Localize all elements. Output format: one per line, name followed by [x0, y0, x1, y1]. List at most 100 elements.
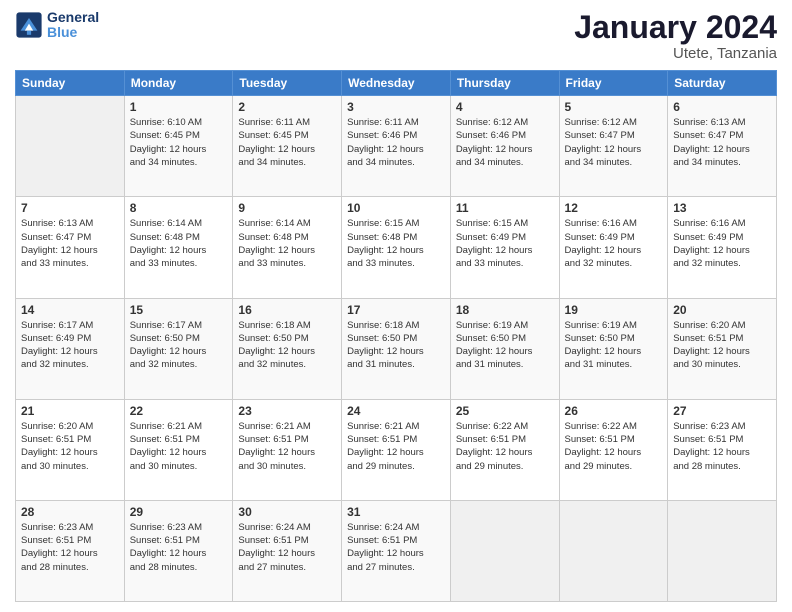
calendar-table: SundayMondayTuesdayWednesdayThursdayFrid… — [15, 70, 777, 602]
day-number: 27 — [673, 404, 771, 418]
location-subtitle: Utete, Tanzania — [574, 45, 777, 62]
day-number: 28 — [21, 505, 119, 519]
day-info: Sunrise: 6:14 AM Sunset: 6:48 PM Dayligh… — [238, 217, 336, 270]
day-info: Sunrise: 6:21 AM Sunset: 6:51 PM Dayligh… — [238, 420, 336, 473]
calendar-cell: 31 Sunrise: 6:24 AM Sunset: 6:51 PM Dayli… — [342, 500, 451, 601]
day-number: 1 — [130, 100, 228, 114]
day-info: Sunrise: 6:10 AM Sunset: 6:45 PM Dayligh… — [130, 116, 228, 169]
day-number: 5 — [565, 100, 663, 114]
day-number: 13 — [673, 201, 771, 215]
day-info: Sunrise: 6:20 AM Sunset: 6:51 PM Dayligh… — [21, 420, 119, 473]
calendar-cell: 16 Sunrise: 6:18 AM Sunset: 6:50 PM Dayli… — [233, 298, 342, 399]
calendar-cell: 28 Sunrise: 6:23 AM Sunset: 6:51 PM Dayli… — [16, 500, 125, 601]
header-row: SundayMondayTuesdayWednesdayThursdayFrid… — [16, 71, 777, 96]
day-number: 16 — [238, 303, 336, 317]
header-day-monday: Monday — [124, 71, 233, 96]
calendar-cell: 6 Sunrise: 6:13 AM Sunset: 6:47 PM Daylig… — [668, 96, 777, 197]
day-info: Sunrise: 6:12 AM Sunset: 6:46 PM Dayligh… — [456, 116, 554, 169]
week-row-4: 21Sunrise: 6:20 AM Sunset: 6:51 PM Dayli… — [16, 399, 777, 500]
day-info: Sunrise: 6:22 AM Sunset: 6:51 PM Dayligh… — [456, 420, 554, 473]
day-info: Sunrise: 6:17 AM Sunset: 6:49 PM Dayligh… — [21, 319, 119, 372]
day-number: 17 — [347, 303, 445, 317]
calendar-cell: 21Sunrise: 6:20 AM Sunset: 6:51 PM Dayli… — [16, 399, 125, 500]
day-number: 30 — [238, 505, 336, 519]
day-info: Sunrise: 6:24 AM Sunset: 6:51 PM Dayligh… — [347, 521, 445, 574]
day-number: 18 — [456, 303, 554, 317]
calendar-cell — [668, 500, 777, 601]
week-row-3: 14Sunrise: 6:17 AM Sunset: 6:49 PM Dayli… — [16, 298, 777, 399]
day-info: Sunrise: 6:15 AM Sunset: 6:48 PM Dayligh… — [347, 217, 445, 270]
calendar-cell: 11 Sunrise: 6:15 AM Sunset: 6:49 PM Dayli… — [450, 197, 559, 298]
header: General Blue January 2024 Utete, Tanzani… — [15, 10, 777, 62]
day-number: 8 — [130, 201, 228, 215]
week-row-1: 1 Sunrise: 6:10 AM Sunset: 6:45 PM Daylig… — [16, 96, 777, 197]
calendar-cell: 10Sunrise: 6:15 AM Sunset: 6:48 PM Dayli… — [342, 197, 451, 298]
day-number: 9 — [238, 201, 336, 215]
day-number: 26 — [565, 404, 663, 418]
month-title: January 2024 — [574, 10, 777, 45]
day-info: Sunrise: 6:23 AM Sunset: 6:51 PM Dayligh… — [673, 420, 771, 473]
calendar-cell — [559, 500, 668, 601]
day-number: 6 — [673, 100, 771, 114]
day-number: 29 — [130, 505, 228, 519]
calendar-cell: 27 Sunrise: 6:23 AM Sunset: 6:51 PM Dayli… — [668, 399, 777, 500]
header-day-thursday: Thursday — [450, 71, 559, 96]
day-number: 31 — [347, 505, 445, 519]
calendar-cell: 4Sunrise: 6:12 AM Sunset: 6:46 PM Daylig… — [450, 96, 559, 197]
calendar-cell: 5 Sunrise: 6:12 AM Sunset: 6:47 PM Daylig… — [559, 96, 668, 197]
calendar-cell: 14Sunrise: 6:17 AM Sunset: 6:49 PM Dayli… — [16, 298, 125, 399]
day-number: 2 — [238, 100, 336, 114]
calendar-cell: 15Sunrise: 6:17 AM Sunset: 6:50 PM Dayli… — [124, 298, 233, 399]
day-number: 24 — [347, 404, 445, 418]
day-number: 3 — [347, 100, 445, 114]
calendar-cell: 17 Sunrise: 6:18 AM Sunset: 6:50 PM Dayli… — [342, 298, 451, 399]
day-info: Sunrise: 6:13 AM Sunset: 6:47 PM Dayligh… — [673, 116, 771, 169]
header-day-saturday: Saturday — [668, 71, 777, 96]
day-info: Sunrise: 6:15 AM Sunset: 6:49 PM Dayligh… — [456, 217, 554, 270]
calendar-cell: 1 Sunrise: 6:10 AM Sunset: 6:45 PM Daylig… — [124, 96, 233, 197]
day-info: Sunrise: 6:23 AM Sunset: 6:51 PM Dayligh… — [21, 521, 119, 574]
day-info: Sunrise: 6:11 AM Sunset: 6:45 PM Dayligh… — [238, 116, 336, 169]
header-day-wednesday: Wednesday — [342, 71, 451, 96]
calendar-page: General Blue January 2024 Utete, Tanzani… — [0, 0, 792, 612]
calendar-cell: 23 Sunrise: 6:21 AM Sunset: 6:51 PM Dayli… — [233, 399, 342, 500]
calendar-cell: 24Sunrise: 6:21 AM Sunset: 6:51 PM Dayli… — [342, 399, 451, 500]
day-number: 22 — [130, 404, 228, 418]
day-info: Sunrise: 6:24 AM Sunset: 6:51 PM Dayligh… — [238, 521, 336, 574]
day-info: Sunrise: 6:12 AM Sunset: 6:47 PM Dayligh… — [565, 116, 663, 169]
logo: General Blue — [15, 10, 99, 41]
day-info: Sunrise: 6:19 AM Sunset: 6:50 PM Dayligh… — [456, 319, 554, 372]
day-info: Sunrise: 6:23 AM Sunset: 6:51 PM Dayligh… — [130, 521, 228, 574]
day-number: 11 — [456, 201, 554, 215]
calendar-cell: 20 Sunrise: 6:20 AM Sunset: 6:51 PM Dayli… — [668, 298, 777, 399]
day-info: Sunrise: 6:13 AM Sunset: 6:47 PM Dayligh… — [21, 217, 119, 270]
day-info: Sunrise: 6:21 AM Sunset: 6:51 PM Dayligh… — [130, 420, 228, 473]
day-info: Sunrise: 6:16 AM Sunset: 6:49 PM Dayligh… — [565, 217, 663, 270]
calendar-cell: 29 Sunrise: 6:23 AM Sunset: 6:51 PM Dayli… — [124, 500, 233, 601]
logo-text: General Blue — [47, 10, 99, 41]
day-info: Sunrise: 6:11 AM Sunset: 6:46 PM Dayligh… — [347, 116, 445, 169]
day-info: Sunrise: 6:20 AM Sunset: 6:51 PM Dayligh… — [673, 319, 771, 372]
calendar-cell: 2 Sunrise: 6:11 AM Sunset: 6:45 PM Daylig… — [233, 96, 342, 197]
header-day-friday: Friday — [559, 71, 668, 96]
title-area: January 2024 Utete, Tanzania — [574, 10, 777, 62]
logo-icon — [15, 11, 43, 39]
calendar-cell: 13Sunrise: 6:16 AM Sunset: 6:49 PM Dayli… — [668, 197, 777, 298]
calendar-cell — [450, 500, 559, 601]
calendar-cell: 7 Sunrise: 6:13 AM Sunset: 6:47 PM Daylig… — [16, 197, 125, 298]
day-number: 23 — [238, 404, 336, 418]
calendar-cell: 18 Sunrise: 6:19 AM Sunset: 6:50 PM Dayli… — [450, 298, 559, 399]
day-info: Sunrise: 6:22 AM Sunset: 6:51 PM Dayligh… — [565, 420, 663, 473]
day-number: 20 — [673, 303, 771, 317]
calendar-cell: 22 Sunrise: 6:21 AM Sunset: 6:51 PM Dayli… — [124, 399, 233, 500]
day-number: 7 — [21, 201, 119, 215]
header-day-tuesday: Tuesday — [233, 71, 342, 96]
day-info: Sunrise: 6:18 AM Sunset: 6:50 PM Dayligh… — [238, 319, 336, 372]
day-info: Sunrise: 6:18 AM Sunset: 6:50 PM Dayligh… — [347, 319, 445, 372]
week-row-5: 28 Sunrise: 6:23 AM Sunset: 6:51 PM Dayli… — [16, 500, 777, 601]
calendar-cell — [16, 96, 125, 197]
day-number: 25 — [456, 404, 554, 418]
calendar-cell: 3 Sunrise: 6:11 AM Sunset: 6:46 PM Daylig… — [342, 96, 451, 197]
day-number: 19 — [565, 303, 663, 317]
day-number: 12 — [565, 201, 663, 215]
